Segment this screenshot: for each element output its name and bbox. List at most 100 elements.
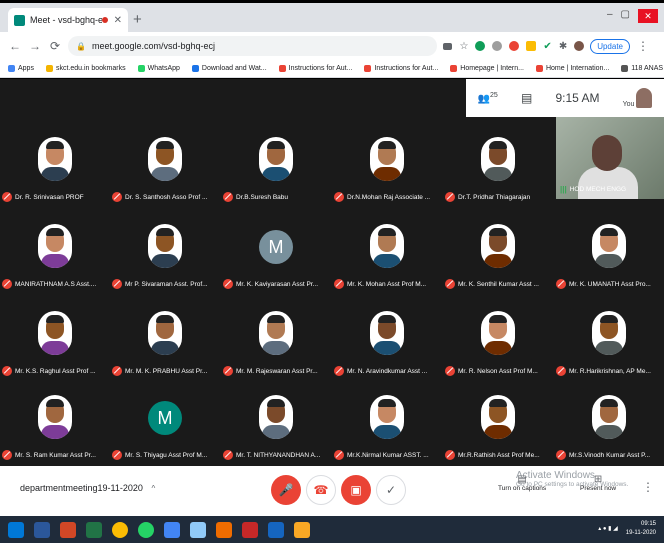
bookmark-item[interactable]: Instructions for Aut... (364, 65, 438, 72)
self-view[interactable]: You (623, 88, 653, 108)
camera-icon[interactable] (443, 42, 453, 50)
meet-controls: departmentmeeting19-11-2020 ^ 🎤 ☎ ▣ ✓ Ac… (0, 466, 664, 516)
present-button[interactable]: ⊞ Present now (580, 474, 616, 492)
video-tile-hod[interactable]: ||| HOD MECH ENGG (556, 117, 664, 199)
participant-name-row: Mr.R.Rathish Asst Prof Me... (445, 450, 551, 460)
extension-green-icon[interactable] (475, 41, 486, 51)
more-options-button[interactable]: ⋮ (642, 480, 654, 494)
app-icon[interactable] (164, 521, 180, 538)
extensions-puzzle-icon[interactable]: ✱ (559, 41, 567, 52)
meeting-details-button[interactable]: departmentmeeting19-11-2020 ^ (20, 483, 155, 493)
extension-shield-icon[interactable] (526, 41, 537, 51)
participant-name-row: Mr. K. Mohan Asst Prof M... (334, 279, 440, 289)
participant-tile[interactable]: Mr. N. Aravindkumar Asst ... (332, 303, 442, 391)
participant-tile[interactable]: Dr.N.Mohan Raj Associate ... (332, 129, 442, 217)
bookmark-item[interactable]: Home | Internation... (535, 65, 609, 72)
address-bar[interactable]: 🔒 meet.google.com/vsd-bghq-ecj (68, 36, 438, 56)
participant-name: Mr. S. Ram Kumar Asst Pr... (15, 451, 96, 459)
extension-gray-icon[interactable] (492, 41, 503, 51)
forward-icon[interactable]: → (28, 39, 42, 53)
participant-tile[interactable]: M Mr. K. Kaviyarasan Asst Pr... (221, 216, 331, 304)
bookmark-item[interactable]: skct.edu.in bookmarks (45, 65, 126, 72)
maximize-button[interactable]: ▢ (621, 9, 630, 23)
new-tab-button[interactable]: + (133, 12, 142, 27)
mic-off-button[interactable]: 🎤 (271, 475, 301, 505)
participant-tile[interactable]: Mr. K. Mohan Asst Prof M... (332, 216, 442, 304)
participant-name-row: Mr. R.Harikrishnan, AP Me... (556, 366, 662, 376)
tab-close-icon[interactable]: ✕ (114, 15, 122, 26)
participant-tile[interactable]: Mr.K.Nirmal Kumar ASST. ... (332, 387, 442, 475)
participant-tile[interactable]: Dr. R. Srinivasan PROF (0, 129, 110, 217)
minimize-button[interactable]: – (607, 9, 613, 23)
bookmark-icon (364, 65, 372, 72)
people-button[interactable]: 👥25 (478, 92, 498, 104)
participant-tile[interactable]: MANIRATHNAM A.S Asst.... (0, 216, 110, 304)
participant-name: Mr. K. Mohan Asst Prof M... (347, 280, 427, 288)
participant-tile[interactable]: Mr. R. Nelson Asst Prof M... (443, 303, 553, 391)
update-button[interactable]: Update (590, 38, 630, 54)
muted-mic-icon (556, 279, 566, 289)
word-icon[interactable] (34, 521, 50, 538)
chrome-icon[interactable] (112, 521, 128, 538)
start-icon[interactable] (8, 521, 24, 538)
whatsapp-icon[interactable] (138, 521, 154, 538)
bookmark-item[interactable]: Apps (8, 65, 34, 72)
captions-button[interactable]: ▤ Turn on captions (498, 474, 546, 492)
muted-mic-icon (445, 366, 455, 376)
participant-name-row: Mr. K.S. Raghul Asst Prof ... (2, 366, 108, 376)
participant-tile[interactable]: M Mr. S. Thiyagu Asst Prof M... (110, 387, 220, 475)
participant-tile[interactable]: Mr. K.S. Raghul Asst Prof ... (0, 303, 110, 391)
participant-tile[interactable]: Dr.T. Pridhar Thiagarajan (443, 129, 553, 217)
powerpoint-icon[interactable] (60, 521, 76, 538)
star-icon[interactable]: ☆ (459, 41, 468, 52)
menu-icon[interactable]: ⋮ (636, 39, 650, 53)
clock[interactable]: 09:15 19-11-2020 (626, 520, 656, 538)
profile-avatar[interactable] (574, 41, 585, 51)
extension-check-icon[interactable]: ✔ (543, 41, 551, 52)
bookmark-item[interactable]: 118 ANAS Special... (621, 65, 664, 72)
participant-tile[interactable]: Mr. S. Ram Kumar Asst Pr... (0, 387, 110, 475)
avatar (38, 224, 72, 268)
muted-mic-icon (445, 279, 455, 289)
chevron-up-icon: ^ (151, 484, 156, 493)
participant-tile[interactable]: Mr. T. NITHYANANDHAN A... (221, 387, 331, 475)
participant-tile[interactable]: Mr. K. Senthil Kumar Asst ... (443, 216, 553, 304)
avatar-body (151, 167, 179, 181)
close-window-button[interactable]: ✕ (638, 9, 658, 23)
participant-tile[interactable]: Mr.R.Rathish Asst Prof Me... (443, 387, 553, 475)
chat-icon[interactable]: ▤ (521, 91, 532, 105)
participant-tile[interactable]: Mr. M. Rajeswaran Asst Pr... (221, 303, 331, 391)
participant-tile[interactable]: Mr. K. UMANATH Asst Pro... (554, 216, 664, 304)
muted-mic-icon (2, 192, 12, 202)
bookmark-item[interactable]: Download and Wat... (191, 65, 267, 72)
avatar-body (151, 341, 179, 355)
raise-hand-button[interactable]: ✓ (376, 475, 406, 505)
reload-icon[interactable]: ⟳ (48, 39, 62, 53)
meet-tab[interactable]: Meet - vsd-bghq-ecj ✕ (8, 8, 128, 32)
excel-icon[interactable] (86, 521, 102, 538)
avatar-hair (378, 228, 396, 236)
participant-tile[interactable]: Mr.S.Vinodh Kumar Asst P... (554, 387, 664, 475)
participant-tile[interactable]: Mr. R.Harikrishnan, AP Me... (554, 303, 664, 391)
matlab-icon[interactable] (216, 521, 232, 538)
participant-tile[interactable]: Mr P. Sivaraman Asst. Prof... (110, 216, 220, 304)
bookmark-item[interactable]: Instructions for Aut... (278, 65, 352, 72)
camera-off-button[interactable]: ▣ (341, 475, 371, 505)
folder-icon[interactable] (294, 521, 310, 538)
solidworks-icon[interactable] (242, 521, 258, 538)
back-icon[interactable]: ← (8, 39, 22, 53)
bookmark-item[interactable]: WhatsApp (137, 65, 180, 72)
extension-red-icon[interactable] (509, 41, 520, 51)
network-icon[interactable] (268, 521, 284, 538)
tray-icons[interactable]: ▴ ● ▮ ◢ (598, 525, 618, 534)
captions-icon: ▤ (517, 474, 527, 485)
notepad-icon[interactable] (190, 521, 206, 538)
participant-tile[interactable]: Mr. M. K. PRABHU Asst Pr... (110, 303, 220, 391)
leave-call-button[interactable]: ☎ (306, 475, 336, 505)
participant-tile[interactable]: Dr.B.Suresh Babu (221, 129, 331, 217)
check-icon: ✓ (385, 483, 397, 497)
avatar (481, 311, 515, 355)
participant-name-row: MANIRATHNAM A.S Asst.... (2, 279, 108, 289)
bookmark-item[interactable]: Homepage | Intern... (450, 65, 524, 72)
participant-tile[interactable]: Dr. S. Santhosh Asso Prof ... (110, 129, 220, 217)
